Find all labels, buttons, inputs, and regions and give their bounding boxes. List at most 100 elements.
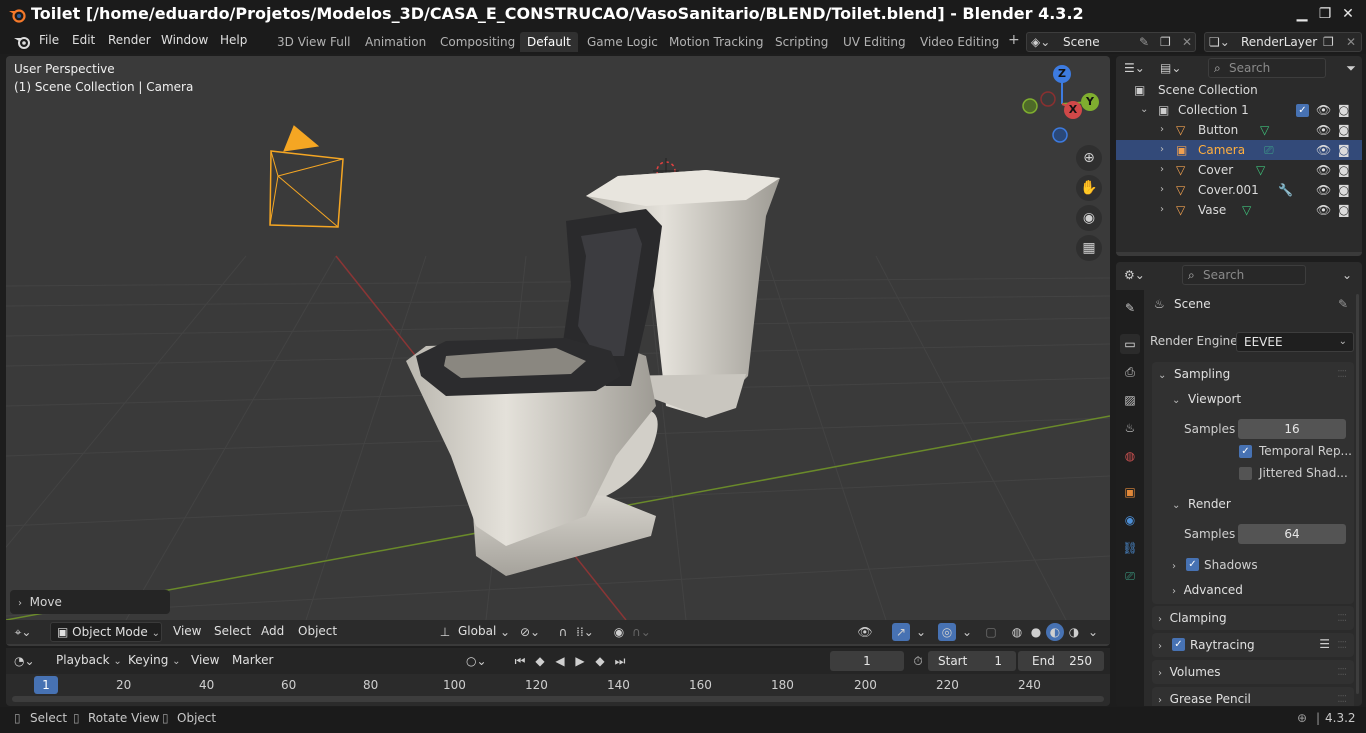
properties-editor-type-icon[interactable]: ⚙⌄: [1124, 266, 1145, 284]
scene-tab-icon[interactable]: ♨: [1120, 418, 1140, 438]
jump-end-icon[interactable]: ⏭: [611, 652, 629, 670]
properties-search-input[interactable]: ⌕ Search: [1182, 265, 1306, 285]
drag-handle-icon[interactable]: ⁚⁚⁚⁚: [1337, 369, 1347, 380]
snap-target-icon[interactable]: ⁞⁞⌄: [576, 623, 594, 641]
pin-icon[interactable]: ✎: [1139, 33, 1149, 51]
temporal-reprojection-checkbox[interactable]: ✓: [1239, 445, 1252, 458]
viewport-subpanel-header[interactable]: ⌄ Viewport: [1172, 392, 1241, 406]
pan-hand-icon[interactable]: ✋: [1076, 175, 1102, 201]
eye-icon[interactable]: 👁: [1316, 120, 1331, 140]
menu-view[interactable]: View: [173, 624, 201, 638]
shadows-checkbox[interactable]: ✓: [1186, 558, 1199, 571]
play-reverse-icon[interactable]: ◀: [551, 652, 569, 670]
gizmo-x-axis[interactable]: X: [1064, 101, 1082, 119]
eye-icon[interactable]: 👁: [1316, 160, 1331, 180]
view-layer-tab-icon[interactable]: ▨: [1120, 390, 1140, 410]
camera-render-icon[interactable]: ◙: [1338, 200, 1350, 220]
mesh-data-icon[interactable]: ▽: [1256, 160, 1265, 180]
stopwatch-icon[interactable]: ⏱: [909, 652, 927, 670]
workspace-tab-scripting[interactable]: Scripting: [768, 32, 835, 52]
menu-object[interactable]: Object: [298, 624, 337, 638]
list-icon[interactable]: ☰: [1319, 637, 1330, 651]
shadows-subpanel-header[interactable]: ›: [1172, 558, 1180, 572]
end-frame-field[interactable]: End 250: [1018, 651, 1104, 671]
advanced-subpanel-header[interactable]: › Advanced: [1172, 583, 1243, 597]
timeline-scrollbar[interactable]: [12, 696, 1104, 702]
delete-scene-icon[interactable]: ✕: [1182, 33, 1192, 51]
editor-type-icon[interactable]: ⌖⌄: [14, 623, 32, 641]
render-samples-field[interactable]: 64: [1238, 524, 1346, 544]
output-tab-icon[interactable]: ⎙: [1120, 362, 1140, 382]
maximize-icon[interactable]: ❐: [1317, 6, 1333, 22]
blender-menu-icon[interactable]: [13, 34, 31, 50]
grease-pencil-panel[interactable]: › Grease Pencil ⁚⁚⁚⁚: [1152, 687, 1354, 706]
outliner-item-cover-001[interactable]: › ▽ Cover.001 🔧 👁 ◙: [1116, 180, 1362, 200]
workspace-tab-uv-editing[interactable]: UV Editing: [836, 32, 913, 52]
workspace-tab-compositing[interactable]: Compositing: [433, 32, 522, 52]
menu-select[interactable]: Select: [214, 624, 251, 638]
drag-handle-icon[interactable]: ⁚⁚⁚⁚: [1337, 640, 1347, 651]
eye-icon[interactable]: 👁: [1316, 180, 1331, 200]
modifier-wrench-icon[interactable]: 🔧: [1278, 180, 1293, 200]
world-tab-icon[interactable]: ◍: [1120, 446, 1140, 466]
timeline-editor-type-icon[interactable]: ◔⌄: [14, 652, 35, 670]
chevron-right-icon[interactable]: ›: [1160, 160, 1164, 180]
camera-render-icon[interactable]: ◙: [1338, 100, 1350, 120]
workspace-tab-animation[interactable]: Animation: [358, 32, 433, 52]
gizmo-toggle-icon[interactable]: ↗: [892, 623, 910, 641]
last-operator-panel[interactable]: › Move: [10, 590, 170, 614]
marker-menu[interactable]: Marker: [232, 653, 273, 667]
drag-handle-icon[interactable]: ⁚⁚⁚⁚: [1337, 667, 1347, 678]
zoom-icon[interactable]: ⊕: [1076, 145, 1102, 171]
drag-handle-icon[interactable]: ⁚⁚⁚⁚: [1337, 613, 1347, 624]
camera-render-icon[interactable]: ◙: [1338, 140, 1350, 160]
chevron-down-icon[interactable]: ⌄: [496, 623, 514, 641]
camera-data-tab-icon[interactable]: ⎚: [1120, 566, 1140, 586]
workspace-tab-game-logic[interactable]: Game Logic: [580, 32, 665, 52]
jittered-shadows-checkbox[interactable]: [1239, 467, 1252, 480]
timeline-view-menu[interactable]: View: [191, 653, 219, 667]
workspace-tab-3d-view-full[interactable]: 3D View Full: [270, 32, 358, 52]
view-layer-selector[interactable]: ❏⌄ RenderLayer ❐ ✕: [1204, 32, 1362, 52]
new-view-layer-icon[interactable]: ❐: [1323, 33, 1334, 51]
chevron-right-icon[interactable]: ›: [1160, 200, 1164, 220]
minimize-icon[interactable]: ▁: [1294, 6, 1310, 22]
camera-data-icon[interactable]: ⎚: [1264, 140, 1274, 160]
viewport-samples-field[interactable]: 16: [1238, 419, 1346, 439]
chevron-down-icon[interactable]: ⌄: [958, 623, 976, 641]
collection-row[interactable]: ⌄ ▣ Collection 1 ✓ 👁 ◙: [1116, 100, 1362, 120]
keying-menu[interactable]: Keying ⌄: [128, 653, 181, 667]
chevron-right-icon[interactable]: ›: [1160, 120, 1164, 140]
jump-start-icon[interactable]: ⏮: [511, 652, 529, 670]
camera-render-icon[interactable]: ◙: [1338, 180, 1350, 200]
pin-icon[interactable]: ✎: [1338, 297, 1348, 311]
record-icon[interactable]: ○⌄: [466, 652, 487, 670]
physics-tab-icon[interactable]: ◉: [1120, 510, 1140, 530]
overlay-toggle-icon[interactable]: ◎: [938, 623, 956, 641]
camera-render-icon[interactable]: ◙: [1338, 120, 1350, 140]
xray-icon[interactable]: ▢: [982, 623, 1000, 641]
prev-keyframe-icon[interactable]: ◆: [531, 652, 549, 670]
rendered-shading-icon[interactable]: ◑: [1065, 623, 1083, 641]
raytracing-panel[interactable]: › ✓ Raytracing ☰ ⁚⁚⁚⁚: [1152, 633, 1354, 657]
raytracing-checkbox[interactable]: ✓: [1172, 638, 1185, 651]
perspective-toggle-icon[interactable]: ▦: [1076, 235, 1102, 261]
chevron-right-icon[interactable]: ›: [1160, 180, 1164, 200]
add-workspace-icon[interactable]: +: [1008, 32, 1020, 48]
camera-view-icon[interactable]: ◉: [1076, 205, 1102, 231]
outliner-item-vase[interactable]: › ▽ Vase ▽ 👁 ◙: [1116, 200, 1362, 220]
render-subpanel-header[interactable]: ⌄ Render: [1172, 497, 1231, 511]
menu-help[interactable]: Help: [220, 33, 247, 47]
gizmo-y-axis[interactable]: Y: [1081, 93, 1099, 111]
menu-file[interactable]: File: [39, 33, 59, 47]
workspace-tab-motion-tracking[interactable]: Motion Tracking: [662, 32, 770, 52]
outliner-item-cover[interactable]: › ▽ Cover ▽ 👁 ◙: [1116, 160, 1362, 180]
pivot-point-icon[interactable]: ⊘⌄: [520, 623, 540, 641]
orientation-selector[interactable]: Global: [458, 624, 496, 638]
delete-view-layer-icon[interactable]: ✕: [1346, 33, 1356, 51]
menu-add[interactable]: Add: [261, 624, 284, 638]
outliner-item-button[interactable]: › ▽ Button ▽ 👁 ◙: [1116, 120, 1362, 140]
volumes-panel[interactable]: › Volumes ⁚⁚⁚⁚: [1152, 660, 1354, 684]
chevron-right-icon[interactable]: ›: [1160, 140, 1164, 160]
menu-render[interactable]: Render: [108, 33, 151, 47]
